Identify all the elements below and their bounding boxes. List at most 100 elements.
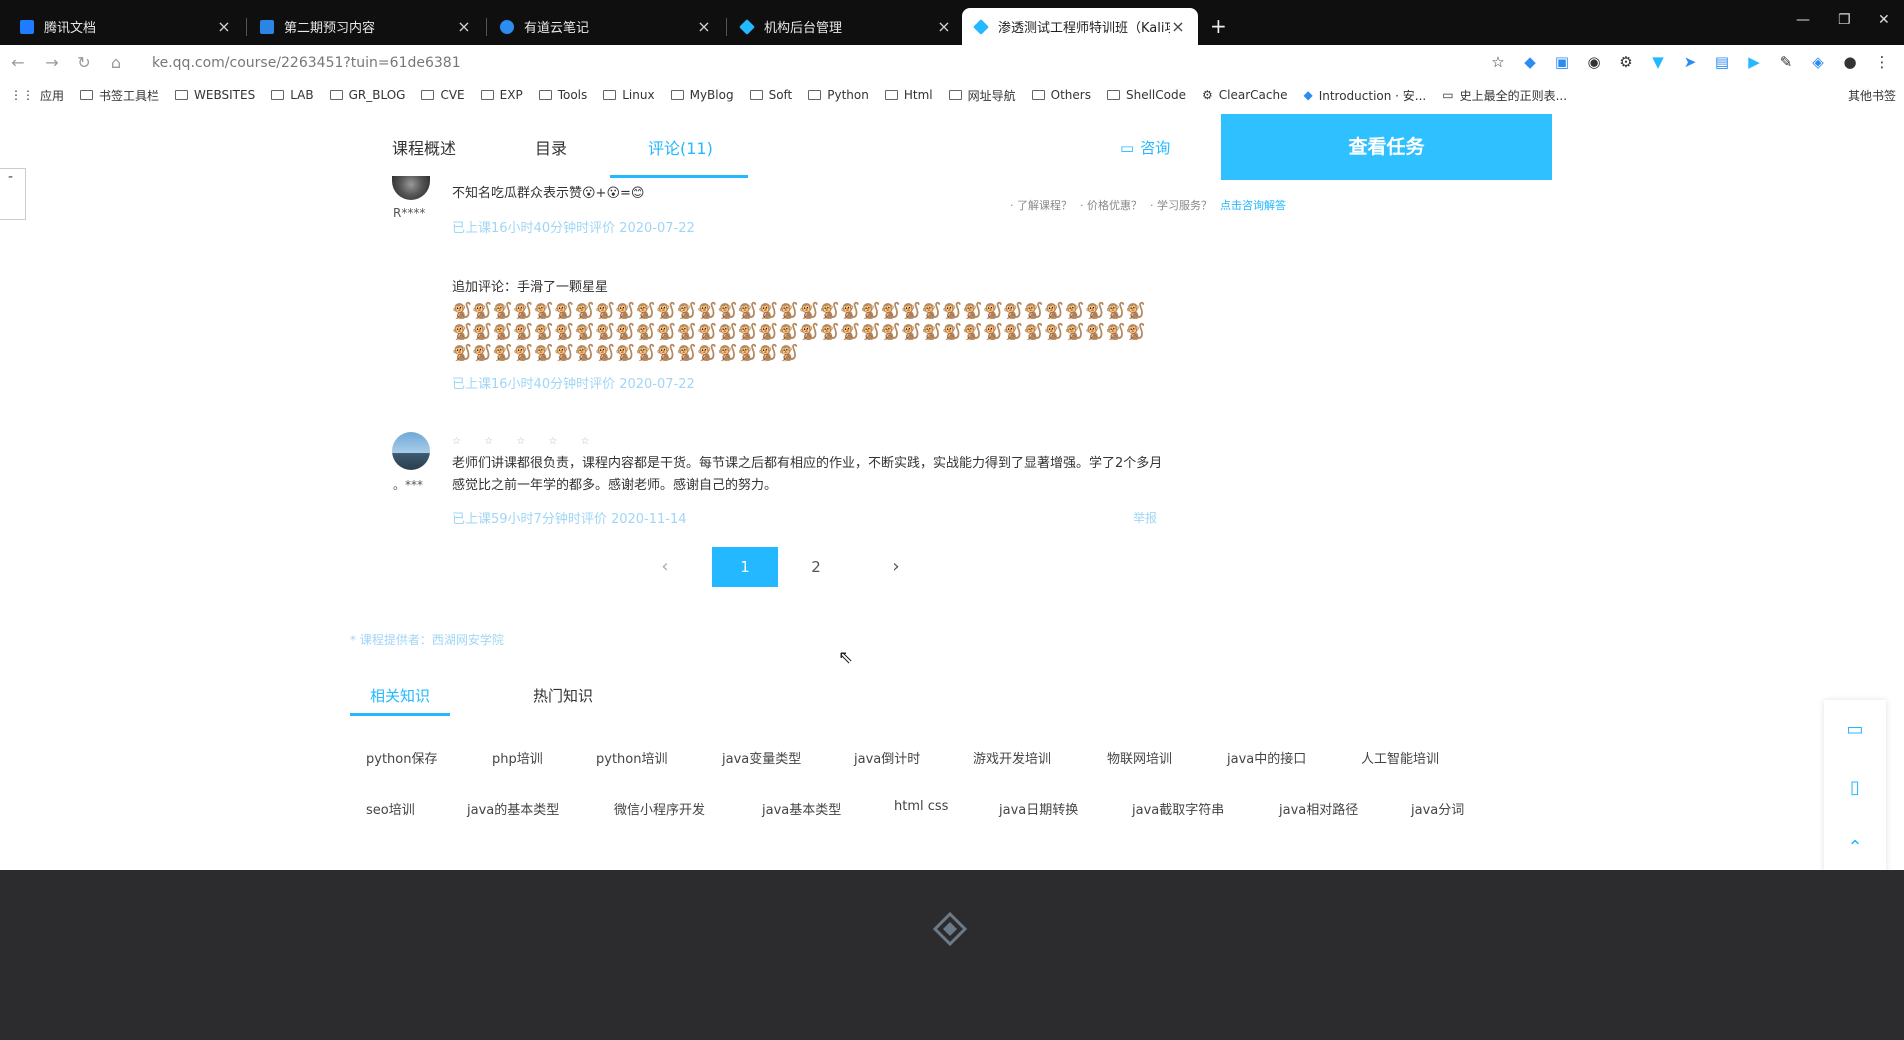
extension-icon[interactable]: ➤ — [1680, 51, 1700, 73]
close-icon[interactable]: × — [936, 17, 952, 36]
keyword-link[interactable]: java截取字符串 — [1132, 799, 1224, 818]
extension-icon[interactable]: ◈ — [1808, 51, 1828, 73]
bookmark-link[interactable]: ◆ Introduction · 安... — [1303, 87, 1426, 104]
back-to-top-icon[interactable]: ⌃ — [1843, 836, 1867, 860]
keyword-link[interactable]: html css — [894, 799, 948, 814]
bookmark-folder[interactable]: 网址导航 — [948, 87, 1016, 104]
consult-link[interactable]: 点击咨询解答 — [1220, 197, 1286, 213]
browser-tab[interactable]: 机构后台管理 × — [728, 8, 964, 45]
keyword-link[interactable]: java相对路径 — [1279, 799, 1358, 818]
extension-icon[interactable]: ▤ — [1712, 51, 1732, 73]
bookmark-folder[interactable]: WEBSITES — [175, 88, 255, 102]
diamond-icon: ◆ — [1303, 88, 1313, 102]
page-footer — [0, 870, 1904, 1040]
bookmark-folder[interactable]: MyBlog — [670, 88, 734, 102]
quick-link[interactable]: · 学习服务？ — [1150, 197, 1212, 213]
tab-overview[interactable]: 课程概述 — [392, 135, 456, 159]
keyword-link[interactable]: 游戏开发培训 — [973, 748, 1051, 767]
quick-link[interactable]: · 了解课程？ — [1010, 197, 1072, 213]
keyword-link[interactable]: seo培训 — [366, 799, 415, 818]
bookmark-folder[interactable]: LAB — [271, 88, 314, 102]
browser-tab-active[interactable]: 渗透测试工程师特训班（Kali攻 × — [962, 8, 1198, 45]
keyword-link[interactable]: python保存 — [366, 748, 437, 767]
close-icon[interactable]: × — [216, 17, 232, 36]
report-link[interactable]: 举报 — [1133, 509, 1157, 526]
next-page-button[interactable]: › — [863, 547, 929, 587]
side-float-button[interactable]: - — [0, 168, 26, 220]
bookmark-folder[interactable]: Tools — [538, 88, 587, 102]
close-icon[interactable]: × — [456, 17, 472, 36]
phone-icon[interactable]: ▯ — [1843, 776, 1867, 800]
doc-icon — [260, 19, 274, 34]
bookmark-folder[interactable]: EXP — [480, 88, 523, 102]
extension-icon[interactable]: ▶ — [1744, 51, 1764, 73]
site-logo-icon — [933, 912, 967, 946]
comment-username: 。*** — [393, 478, 424, 492]
bookmark-other[interactable]: 其他书签 — [1848, 87, 1904, 104]
menu-icon[interactable]: ⋮ — [1872, 51, 1892, 73]
keyword-link[interactable]: java基本类型 — [762, 799, 841, 818]
home-icon[interactable]: ⌂ — [104, 51, 128, 75]
extension-icon[interactable]: ▼ — [1648, 51, 1668, 73]
keyword-link[interactable]: java倒计时 — [854, 748, 920, 767]
browser-tab[interactable]: 有道云笔记 × — [488, 8, 724, 45]
bookmark-link[interactable]: ⚙ ClearCache — [1202, 88, 1287, 102]
keyword-link[interactable]: 人工智能培训 — [1361, 748, 1439, 767]
note-icon — [500, 19, 514, 34]
keyword-link[interactable]: java变量类型 — [722, 748, 801, 767]
extension-icon[interactable]: ✎ — [1776, 51, 1796, 73]
mouse-cursor-icon: ⇖ — [838, 647, 854, 668]
message-icon[interactable]: ▭ — [1843, 718, 1867, 742]
minimize-icon[interactable]: — — [1796, 12, 1810, 28]
bookmark-folder[interactable]: GR_BLOG — [329, 88, 405, 102]
consult-button[interactable]: ▭ 咨询 — [1120, 137, 1170, 158]
keyword-link[interactable]: 微信小程序开发 — [614, 799, 705, 818]
bookmark-folder[interactable]: Html — [884, 88, 933, 102]
forward-icon[interactable]: → — [40, 51, 64, 75]
back-icon[interactable]: ← — [6, 51, 30, 75]
extension-icon[interactable]: ◉ — [1584, 51, 1604, 73]
keyword-link[interactable]: java的基本类型 — [467, 799, 559, 818]
tab-related-knowledge[interactable]: 相关知识 — [370, 685, 430, 706]
bookmark-folder[interactable]: Soft — [749, 88, 792, 102]
gear-icon[interactable]: ⚙ — [1616, 51, 1636, 73]
new-tab-button[interactable]: + — [1210, 14, 1227, 38]
folder-icon — [1106, 90, 1120, 100]
quick-link[interactable]: · 价格优惠？ — [1080, 197, 1142, 213]
page-button[interactable]: 2 — [783, 547, 849, 587]
avatar[interactable]: ● — [1840, 51, 1860, 73]
keyword-link[interactable]: 物联网培训 — [1107, 748, 1172, 767]
restore-icon[interactable]: ❐ — [1838, 12, 1851, 28]
bookmark-folder[interactable]: ShellCode — [1106, 88, 1186, 102]
view-task-button[interactable]: 查看任务 — [1221, 114, 1552, 180]
bookmark-folder[interactable]: CVE — [421, 88, 465, 102]
page-button[interactable]: 1 — [712, 547, 778, 587]
keyword-link[interactable]: php培训 — [492, 748, 543, 767]
bookmark-link[interactable]: ▭ 史上最全的正则表... — [1442, 87, 1567, 104]
folder-icon — [80, 90, 94, 100]
star-icon[interactable]: ☆ — [1488, 51, 1508, 73]
prev-page-button[interactable]: ‹ — [632, 547, 698, 587]
tab-hot-knowledge[interactable]: 热门知识 — [533, 685, 593, 706]
extension-icon[interactable]: ◆ — [1520, 51, 1540, 73]
close-window-icon[interactable]: ✕ — [1878, 12, 1890, 28]
browser-tab[interactable]: 腾讯文档 × — [8, 8, 244, 45]
folder-icon — [271, 90, 285, 100]
tab-comments[interactable]: 评论(11) — [648, 135, 713, 159]
bookmark-folder[interactable]: Linux — [603, 88, 655, 102]
tab-catalog[interactable]: 目录 — [535, 135, 567, 159]
browser-tab[interactable]: 第二期预习内容 × — [248, 8, 484, 45]
close-icon[interactable]: × — [696, 17, 712, 36]
keyword-link[interactable]: java分词 — [1411, 799, 1464, 818]
keyword-link[interactable]: java中的接口 — [1227, 748, 1306, 767]
keyword-link[interactable]: python培训 — [596, 748, 667, 767]
close-icon[interactable]: × — [1170, 17, 1186, 36]
bookmark-folder[interactable]: Others — [1031, 88, 1091, 102]
reload-icon[interactable]: ↻ — [72, 51, 96, 75]
keyword-link[interactable]: java日期转换 — [999, 799, 1078, 818]
address-bar[interactable]: ke.qq.com/course/2263451?tuin=61de6381 — [140, 50, 1400, 77]
extension-icon[interactable]: ▣ — [1552, 51, 1572, 73]
bookmark-folder[interactable]: Python — [808, 88, 869, 102]
bookmark-apps[interactable]: ⋮⋮ 应用 — [10, 87, 64, 104]
bookmark-folder[interactable]: 书签工具栏 — [80, 87, 159, 104]
